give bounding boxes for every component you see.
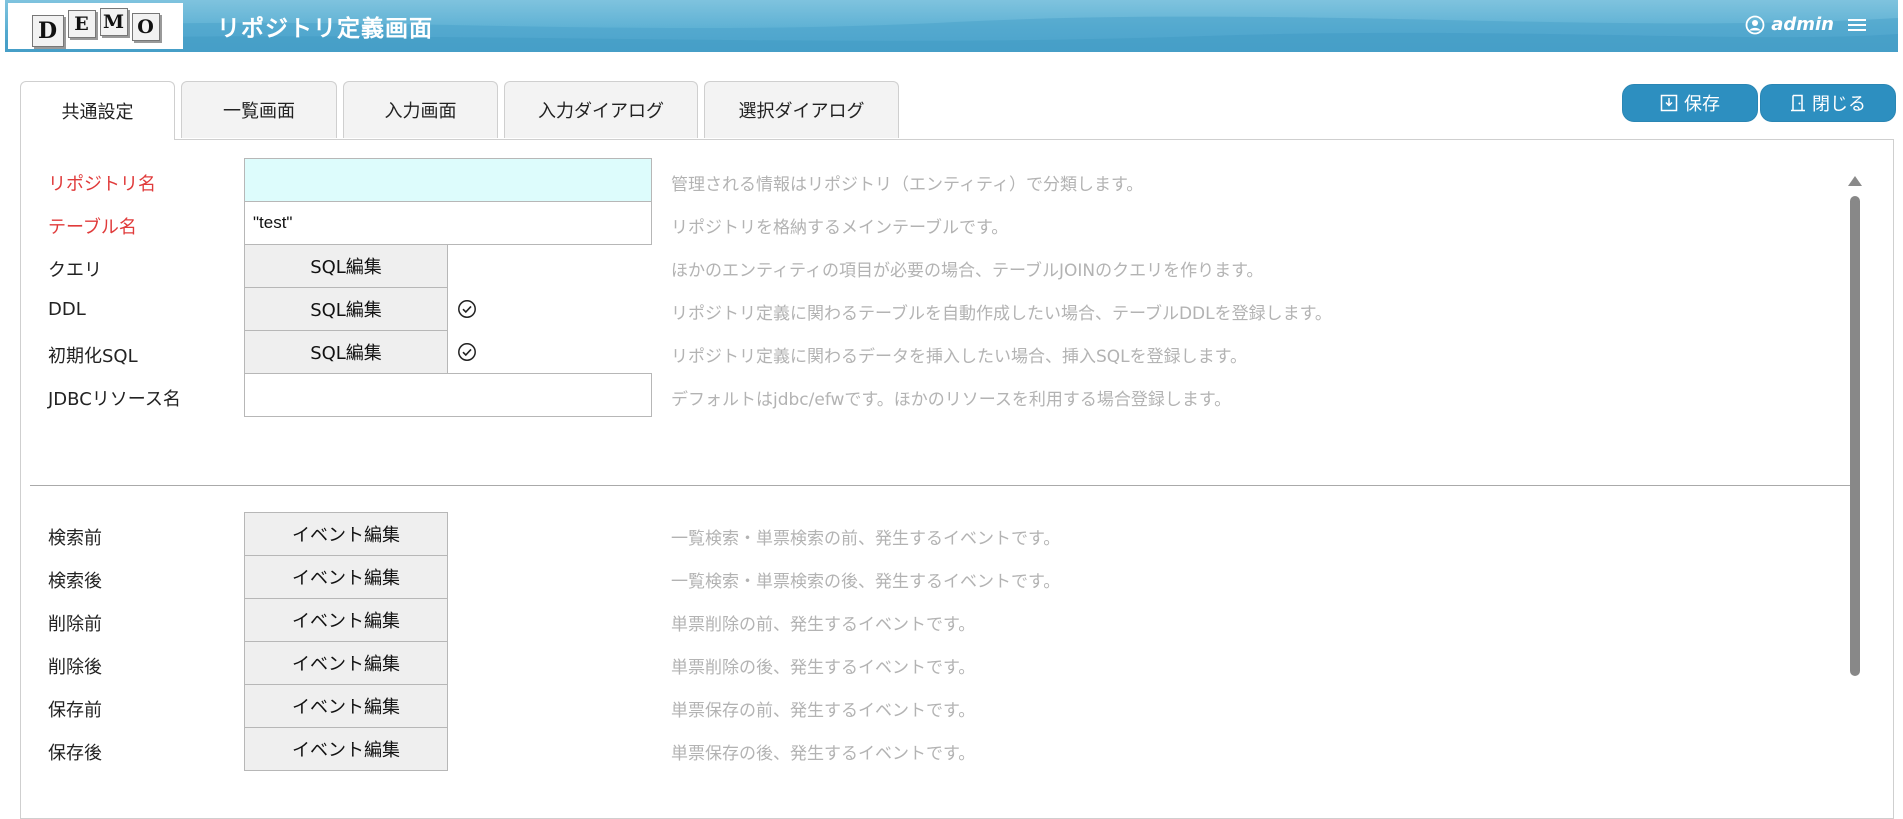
query-label: クエリ [48,260,102,281]
repository-name-input[interactable] [244,158,652,202]
tab-input-dialog[interactable]: 入力ダイアログ [504,81,698,138]
event-edit-button[interactable]: イベント編集 [244,727,448,771]
event-row: 削除前 イベント編集 単票削除の前、発生するイベントです。 [21,598,1821,642]
user-circle-icon [1745,15,1765,34]
event-description: 単票削除の後、発生するイベントです。 [671,658,976,678]
scroll-up-arrow-icon[interactable] [1848,176,1862,186]
save-button-label: 保存 [1684,94,1720,115]
logo-letter: O [131,13,160,41]
event-row: 検索前 イベント編集 一覧検索・単票検索の前、発生するイベントです。 [21,512,1821,556]
ddl-label: DDL [48,299,86,320]
event-label: 検索後 [48,571,102,592]
event-edit-button[interactable]: イベント編集 [244,684,448,728]
check-circle-icon [458,343,476,361]
settings-panel: リポジトリ名 管理される情報はリポジトリ（エンティティ）で分類します。 テーブル… [20,139,1894,819]
tab-select-dialog[interactable]: 選択ダイアログ [704,81,899,138]
form-row-table-name: テーブル名 リポジトリを格納するメインテーブルです。 [21,201,1821,245]
save-button[interactable]: 保存 [1622,84,1758,122]
app-header: D E M O リポジトリ定義画面 admin [5,0,1898,52]
close-button-label: 閉じる [1812,94,1866,115]
event-edit-button[interactable]: イベント編集 [244,641,448,685]
form-row-query: クエリ SQL編集 ほかのエンティティの項目が必要の場合、テーブルJOINのクエ… [21,244,1821,288]
download-box-icon [1660,94,1678,112]
event-label: 削除前 [48,614,102,635]
section-divider [30,485,1852,486]
tab-common-settings[interactable]: 共通設定 [20,81,175,140]
query-description: ほかのエンティティの項目が必要の場合、テーブルJOINのクエリを作ります。 [671,261,1264,281]
jdbc-description: デフォルトはjdbc/efwです。ほかのリソースを利用する場合登録します。 [671,390,1232,410]
tab-list-screen[interactable]: 一覧画面 [181,81,337,138]
tab-bar: 共通設定 一覧画面 入力画面 入力ダイアログ 選択ダイアログ [20,81,905,140]
event-row: 保存前 イベント編集 単票保存の前、発生するイベントです。 [21,684,1821,728]
event-description: 単票削除の前、発生するイベントです。 [671,615,976,635]
event-row: 削除後 イベント編集 単票削除の後、発生するイベントです。 [21,641,1821,685]
event-description: 一覧検索・単票検索の後、発生するイベントです。 [671,572,1061,592]
init-sql-label: 初期化SQL [48,346,138,367]
table-name-label: テーブル名 [48,217,137,238]
event-edit-button[interactable]: イベント編集 [244,555,448,599]
event-edit-button[interactable]: イベント編集 [244,512,448,556]
repository-name-label: リポジトリ名 [48,174,156,195]
user-name: admin [1771,14,1834,35]
event-label: 保存後 [48,743,102,764]
jdbc-resource-input[interactable] [244,373,652,417]
event-row: 検索後 イベント編集 一覧検索・単票検索の後、発生するイベントです。 [21,555,1821,599]
form-row-ddl: DDL SQL編集 リポジトリ定義に関わるテーブルを自動作成したい場合、テーブル… [21,287,1821,331]
event-description: 一覧検索・単票検索の前、発生するイベントです。 [671,529,1061,549]
repository-name-description: 管理される情報はリポジトリ（エンティティ）で分類します。 [671,175,1144,195]
init-sql-edit-button[interactable]: SQL編集 [244,330,448,374]
ddl-description: リポジトリ定義に関わるテーブルを自動作成したい場合、テーブルDDLを登録します。 [671,304,1332,324]
door-exit-icon [1791,94,1805,112]
table-name-description: リポジトリを格納するメインテーブルです。 [671,218,1009,238]
demo-logo[interactable]: D E M O [8,3,183,49]
logo-letter: D [31,15,64,47]
tab-input-screen[interactable]: 入力画面 [343,81,498,138]
vertical-scrollbar-thumb[interactable] [1850,196,1860,676]
check-circle-icon [458,300,476,318]
event-label: 削除後 [48,657,102,678]
ddl-sql-edit-button[interactable]: SQL編集 [244,287,448,331]
table-name-input[interactable] [244,201,652,245]
logo-letter: E [67,10,96,38]
event-description: 単票保存の後、発生するイベントです。 [671,744,976,764]
event-label: 検索前 [48,528,102,549]
event-row: 保存後 イベント編集 単票保存の後、発生するイベントです。 [21,727,1821,771]
logo-letter: M [99,8,128,36]
init-sql-description: リポジトリ定義に関わるデータを挿入したい場合、挿入SQLを登録します。 [671,347,1247,367]
query-sql-edit-button[interactable]: SQL編集 [244,244,448,288]
page-title: リポジトリ定義画面 [217,16,433,42]
close-button[interactable]: 閉じる [1760,84,1896,122]
hamburger-menu-icon[interactable] [1848,16,1866,32]
event-edit-button[interactable]: イベント編集 [244,598,448,642]
user-menu[interactable]: admin [1745,14,1834,35]
jdbc-label: JDBCリソース名 [48,389,181,410]
event-description: 単票保存の前、発生するイベントです。 [671,701,976,721]
form-row-init-sql: 初期化SQL SQL編集 リポジトリ定義に関わるデータを挿入したい場合、挿入SQ… [21,330,1821,374]
form-row-repository-name: リポジトリ名 管理される情報はリポジトリ（エンティティ）で分類します。 [21,158,1821,202]
event-label: 保存前 [48,700,102,721]
form-row-jdbc: JDBCリソース名 デフォルトはjdbc/efwです。ほかのリソースを利用する場… [21,373,1821,417]
